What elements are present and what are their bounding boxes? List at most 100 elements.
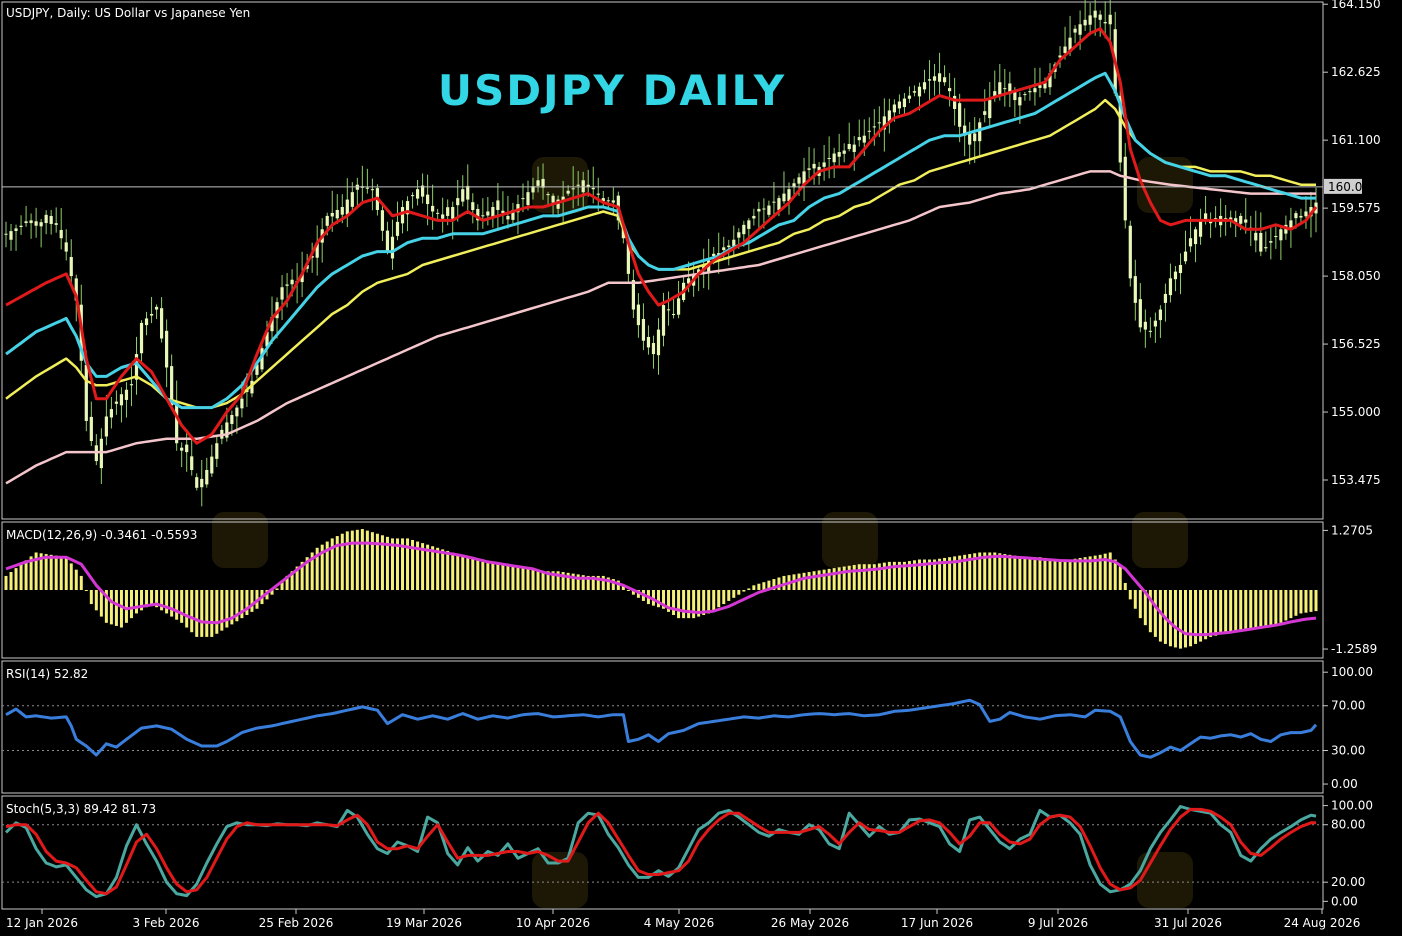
macd-bar: [536, 570, 540, 590]
macd-bar: [717, 590, 721, 608]
candle-body: [1103, 22, 1107, 24]
macd-bar: [340, 533, 344, 590]
candle-body: [69, 256, 73, 277]
candle-body: [983, 111, 987, 115]
macd-bar: [109, 590, 113, 625]
x-tick-label: 3 Feb 2026: [132, 916, 199, 930]
candle-body: [1198, 220, 1203, 237]
candle-body: [89, 416, 93, 442]
macd-bar: [456, 554, 460, 590]
y-tick-label: 80.00: [1331, 818, 1365, 832]
macd-bar: [506, 565, 510, 590]
stoch-panel[interactable]: Stoch(5,3,3) 89.42 81.73: [1, 795, 1324, 910]
candle-body: [1158, 309, 1163, 321]
candle-body: [732, 239, 736, 246]
candle-body: [99, 438, 103, 469]
candle-body: [154, 306, 159, 310]
macd-bar: [857, 564, 861, 590]
macd-panel[interactable]: MACD(12,26,9) -0.3461 -0.5593: [1, 521, 1324, 659]
macd-bar: [431, 546, 435, 590]
candle-body: [1023, 94, 1027, 96]
macd-bar: [1234, 590, 1238, 632]
macd-bar: [185, 590, 189, 628]
macd-bar: [225, 590, 229, 628]
macd-bar: [993, 552, 997, 590]
candle-body: [1264, 247, 1268, 249]
candle-body: [907, 95, 912, 99]
macd-bar: [451, 552, 455, 590]
y-tick-label: 158.050: [1331, 269, 1381, 283]
macd-bar: [1224, 590, 1228, 634]
rsi-axis: 100.00 70.00 30.00 0.00: [1323, 665, 1373, 791]
y-tick-label: 70.00: [1331, 699, 1365, 713]
macd-bar: [521, 568, 525, 590]
candle-body: [1063, 46, 1067, 54]
candle-body: [195, 477, 199, 488]
candle-body: [953, 95, 957, 109]
candle-body: [1183, 251, 1188, 262]
candle-body: [1038, 85, 1042, 88]
candle-body: [917, 86, 922, 97]
macd-bar: [1133, 590, 1137, 609]
macd-bar: [842, 566, 846, 590]
candle-body: [526, 192, 530, 206]
macd-bar: [1053, 559, 1057, 590]
overlay-title: USDJPY DAILY: [438, 66, 786, 115]
candle-body: [49, 215, 53, 224]
macd-bar: [1118, 566, 1122, 590]
macd-bar: [1033, 557, 1037, 590]
macd-bar: [1173, 590, 1177, 648]
time-axis: 12 Jan 2026 3 Feb 2026 25 Feb 2026 19 Mar 2…: [6, 909, 1360, 930]
candle-body: [114, 401, 119, 404]
candle-body: [722, 247, 726, 251]
macd-bar: [1023, 557, 1027, 590]
macd-bar: [476, 560, 480, 590]
macd-bar: [345, 531, 349, 590]
macd-bar: [1299, 590, 1303, 614]
macd-bar: [14, 568, 18, 590]
candle-body: [436, 212, 440, 214]
macd-bar: [692, 590, 696, 619]
price-panel[interactable]: USDJPY, Daily: US Dollar vs Japanese Yen…: [1, 0, 1324, 520]
y-tick-label: 1.2705: [1331, 523, 1373, 537]
candle-body: [104, 416, 108, 437]
candle-body: [486, 211, 490, 216]
y-tick-label: 162.625: [1331, 65, 1381, 79]
candle-body: [1123, 156, 1127, 221]
macd-bar: [1078, 557, 1082, 590]
candle-body: [747, 220, 751, 229]
candle-body: [867, 130, 871, 132]
rsi-line: [5, 698, 1318, 759]
candle-body: [727, 245, 731, 248]
macd-bar: [210, 590, 214, 637]
candle-body: [897, 101, 902, 109]
rsi-panel[interactable]: RSI(14) 52.82: [1, 660, 1324, 794]
macd-bar: [360, 529, 364, 590]
candle-body: [1304, 211, 1308, 217]
macd-bar: [742, 590, 746, 592]
candle-body: [1163, 293, 1168, 303]
macd-bar: [777, 577, 781, 590]
macd-bar: [175, 590, 179, 620]
macd-bar: [1063, 559, 1067, 590]
y-tick-label: 30.00: [1331, 743, 1365, 757]
candle-body: [1173, 271, 1178, 280]
candle-body: [1108, 14, 1112, 25]
macd-bar: [501, 564, 505, 590]
y-tick-label: 153.475: [1331, 473, 1381, 487]
macd-bar: [124, 590, 128, 623]
candle-body: [948, 88, 952, 92]
trading-chart[interactable]: USDJPY, Daily: US Dollar vs Japanese Yen…: [0, 0, 1402, 936]
macd-bar: [1168, 590, 1172, 647]
candle-body: [1178, 264, 1183, 274]
candle-body: [144, 318, 149, 326]
candle-body: [1254, 232, 1258, 241]
macd-bar: [79, 575, 83, 590]
candle-body: [285, 284, 289, 286]
candle-body: [1128, 225, 1132, 279]
candle-body: [742, 224, 746, 235]
candle-body: [119, 394, 124, 406]
macd-bar: [69, 563, 73, 590]
macd-bar: [1279, 590, 1283, 623]
candle-body: [777, 198, 781, 211]
